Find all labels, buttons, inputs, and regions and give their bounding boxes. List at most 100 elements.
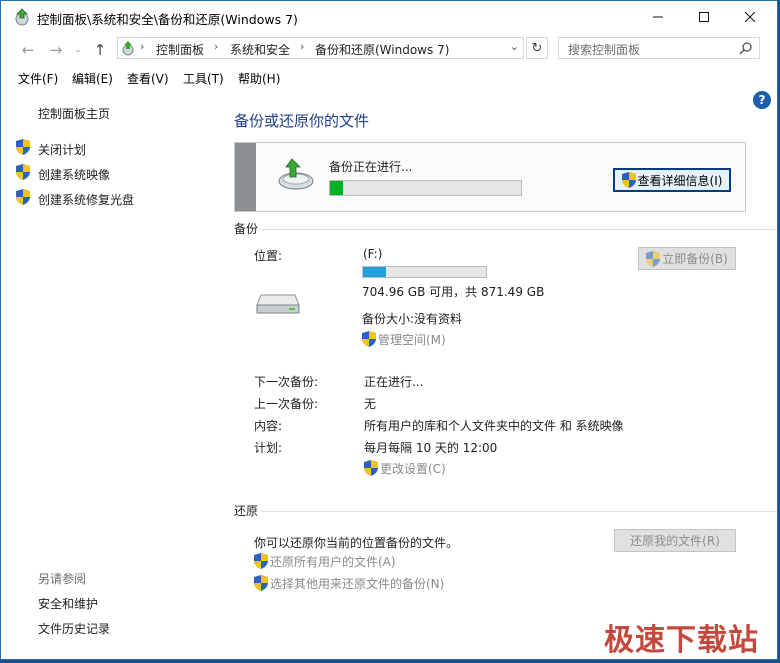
contents-value: 所有用户的库和个人文件夹中的文件 和 系统映像 <box>364 419 624 433</box>
chevron-right-icon: › <box>300 40 305 53</box>
last-backup-label: 上一次备份: <box>254 397 319 411</box>
control-panel-location-icon <box>122 41 134 56</box>
restore-description: 你可以还原你当前的位置备份的文件。 <box>254 536 459 550</box>
breadcrumb-control-panel[interactable]: 控制面板 <box>156 41 204 58</box>
arrow-up-icon: ↑ <box>93 41 107 59</box>
forward-button[interactable]: → <box>45 39 67 61</box>
schedule-value: 每月每隔 10 天的 12:00 <box>364 441 498 455</box>
search-input[interactable]: 搜索控制面板 <box>558 37 760 59</box>
sidebar-security-maintenance[interactable]: 安全和维护 <box>38 595 98 612</box>
last-backup-value: 无 <box>364 397 377 411</box>
chevron-right-icon: › <box>214 40 219 53</box>
restore-divider <box>261 511 777 512</box>
backup-section-label: 备份 <box>234 222 259 236</box>
back-button[interactable]: ← <box>17 39 39 61</box>
restore-my-files-label: 还原我的文件(R) <box>630 534 720 548</box>
uac-shield-icon <box>16 189 30 205</box>
help-button[interactable]: ? <box>753 91 771 109</box>
watermark-text: 极速下载站 <box>604 623 759 658</box>
backup-status-text: 备份正在进行... <box>329 160 413 174</box>
menu-edit[interactable]: 编辑(E) <box>72 70 113 87</box>
schedule-label: 计划: <box>254 441 283 455</box>
address-dropdown-icon[interactable]: ⌄ <box>510 40 519 53</box>
menu-help[interactable]: 帮助(H) <box>238 70 280 87</box>
sidebar-file-history[interactable]: 文件历史记录 <box>38 620 110 637</box>
view-details-button[interactable]: 查看详细信息(I) <box>613 168 731 192</box>
breadcrumb-backup-restore[interactable]: 备份和还原(Windows 7) <box>315 41 449 58</box>
minimize-icon <box>653 16 663 18</box>
uac-shield-icon <box>364 460 378 476</box>
arrow-left-icon: ← <box>21 41 35 59</box>
maximize-icon <box>699 12 709 22</box>
backup-drive-icon <box>278 158 314 190</box>
sidebar-create-system-image[interactable]: 创建系统映像 <box>38 166 110 183</box>
uac-shield-icon <box>254 575 268 591</box>
question-icon: ? <box>758 93 766 107</box>
left-pane: 控制面板主页 关闭计划 创建系统映像 创建系统修复光盘 另请参阅 安全和维护 文… <box>1 91 221 659</box>
hard-drive-icon <box>256 294 300 314</box>
change-settings-label: 更改设置(C) <box>380 462 446 476</box>
backup-now-label: 立即备份(B) <box>662 252 728 266</box>
chevron-right-icon: › <box>140 40 145 53</box>
address-row: ← → ⌄ ↑ › 控制面板 › 系统和安全 › 备份和还原(Windows 7… <box>1 35 777 63</box>
drive-free-space: 704.96 GB 可用，共 871.49 GB <box>362 285 545 299</box>
search-icon <box>739 42 752 55</box>
menu-tools[interactable]: 工具(T) <box>183 70 224 87</box>
manage-space-label: 管理空间(M) <box>378 333 446 347</box>
view-details-label: 查看详细信息(I) <box>637 173 723 188</box>
menu-bar: 文件(F) 编辑(E) 查看(V) 工具(T) 帮助(H) <box>1 67 777 89</box>
manage-space-link[interactable]: 管理空间(M) <box>362 331 446 348</box>
backup-status-panel: 备份正在进行... 查看详细信息(I) <box>234 142 746 212</box>
uac-shield-icon <box>621 172 636 188</box>
backup-divider <box>261 229 777 230</box>
refresh-button[interactable]: ↻ <box>526 37 548 59</box>
recent-locations-button[interactable]: ⌄ <box>67 39 89 61</box>
refresh-icon: ↻ <box>531 40 543 56</box>
breadcrumb-system-security[interactable]: 系统和安全 <box>230 41 290 58</box>
close-button[interactable] <box>727 1 773 33</box>
backup-now-button[interactable]: 立即备份(B) <box>638 247 736 270</box>
restore-my-files-button[interactable]: 还原我的文件(R) <box>614 529 736 552</box>
backup-size: 备份大小:没有资料 <box>362 312 463 326</box>
backup-progress-fill <box>330 181 344 195</box>
minimize-button[interactable] <box>635 1 681 33</box>
drive-usage-bar <box>362 266 487 278</box>
uac-shield-icon <box>646 250 661 267</box>
drive-usage-fill <box>363 267 387 277</box>
backup-restore-app-icon <box>15 8 29 26</box>
select-other-backup-label: 选择其他用来还原文件的备份(N) <box>270 577 445 591</box>
chevron-down-icon: ⌄ <box>74 45 82 55</box>
search-placeholder: 搜索控制面板 <box>568 43 641 57</box>
menu-view[interactable]: 查看(V) <box>127 70 169 87</box>
arrow-right-icon: → <box>49 41 63 59</box>
next-backup-value: 正在进行... <box>364 375 424 389</box>
close-icon <box>745 12 755 22</box>
uac-shield-icon <box>16 139 30 155</box>
window: 控制面板\系统和安全\备份和还原(Windows 7) ← → ⌄ ↑ › 控制… <box>0 0 778 660</box>
menu-file[interactable]: 文件(F) <box>18 70 58 87</box>
title-bar: 控制面板\系统和安全\备份和还原(Windows 7) <box>1 1 777 33</box>
see-also-heading: 另请参阅 <box>38 572 87 586</box>
select-other-backup-link[interactable]: 选择其他用来还原文件的备份(N) <box>254 575 444 592</box>
uac-shield-icon <box>16 164 30 180</box>
uac-shield-icon <box>254 553 268 569</box>
maximize-button[interactable] <box>681 1 727 33</box>
backup-progress-bar <box>329 180 522 196</box>
restore-all-users-label: 还原所有用户的文件(A) <box>270 555 396 569</box>
uac-shield-icon <box>362 331 376 347</box>
sidebar-turn-off-schedule[interactable]: 关闭计划 <box>38 141 86 158</box>
page-title: 备份或还原你的文件 <box>234 112 370 130</box>
sidebar-create-repair-disc[interactable]: 创建系统修复光盘 <box>38 191 134 208</box>
restore-all-users-link[interactable]: 还原所有用户的文件(A) <box>254 553 396 570</box>
main-content: ? 备份或还原你的文件 备份正在进行... 查看详细信息(I) 备份 位置: (… <box>221 91 777 659</box>
restore-section-label: 还原 <box>234 504 259 518</box>
contents-label: 内容: <box>254 419 283 433</box>
next-backup-label: 下一次备份: <box>254 375 319 389</box>
change-settings-link[interactable]: 更改设置(C) <box>364 460 446 477</box>
window-title: 控制面板\系统和安全\备份和还原(Windows 7) <box>37 12 298 27</box>
status-stripe <box>235 143 256 211</box>
up-button[interactable]: ↑ <box>89 39 111 61</box>
address-bar[interactable]: › 控制面板 › 系统和安全 › 备份和还原(Windows 7) ⌄ <box>117 37 524 59</box>
sidebar-control-panel-home[interactable]: 控制面板主页 <box>38 105 110 122</box>
drive-name: (F:) <box>363 247 383 261</box>
